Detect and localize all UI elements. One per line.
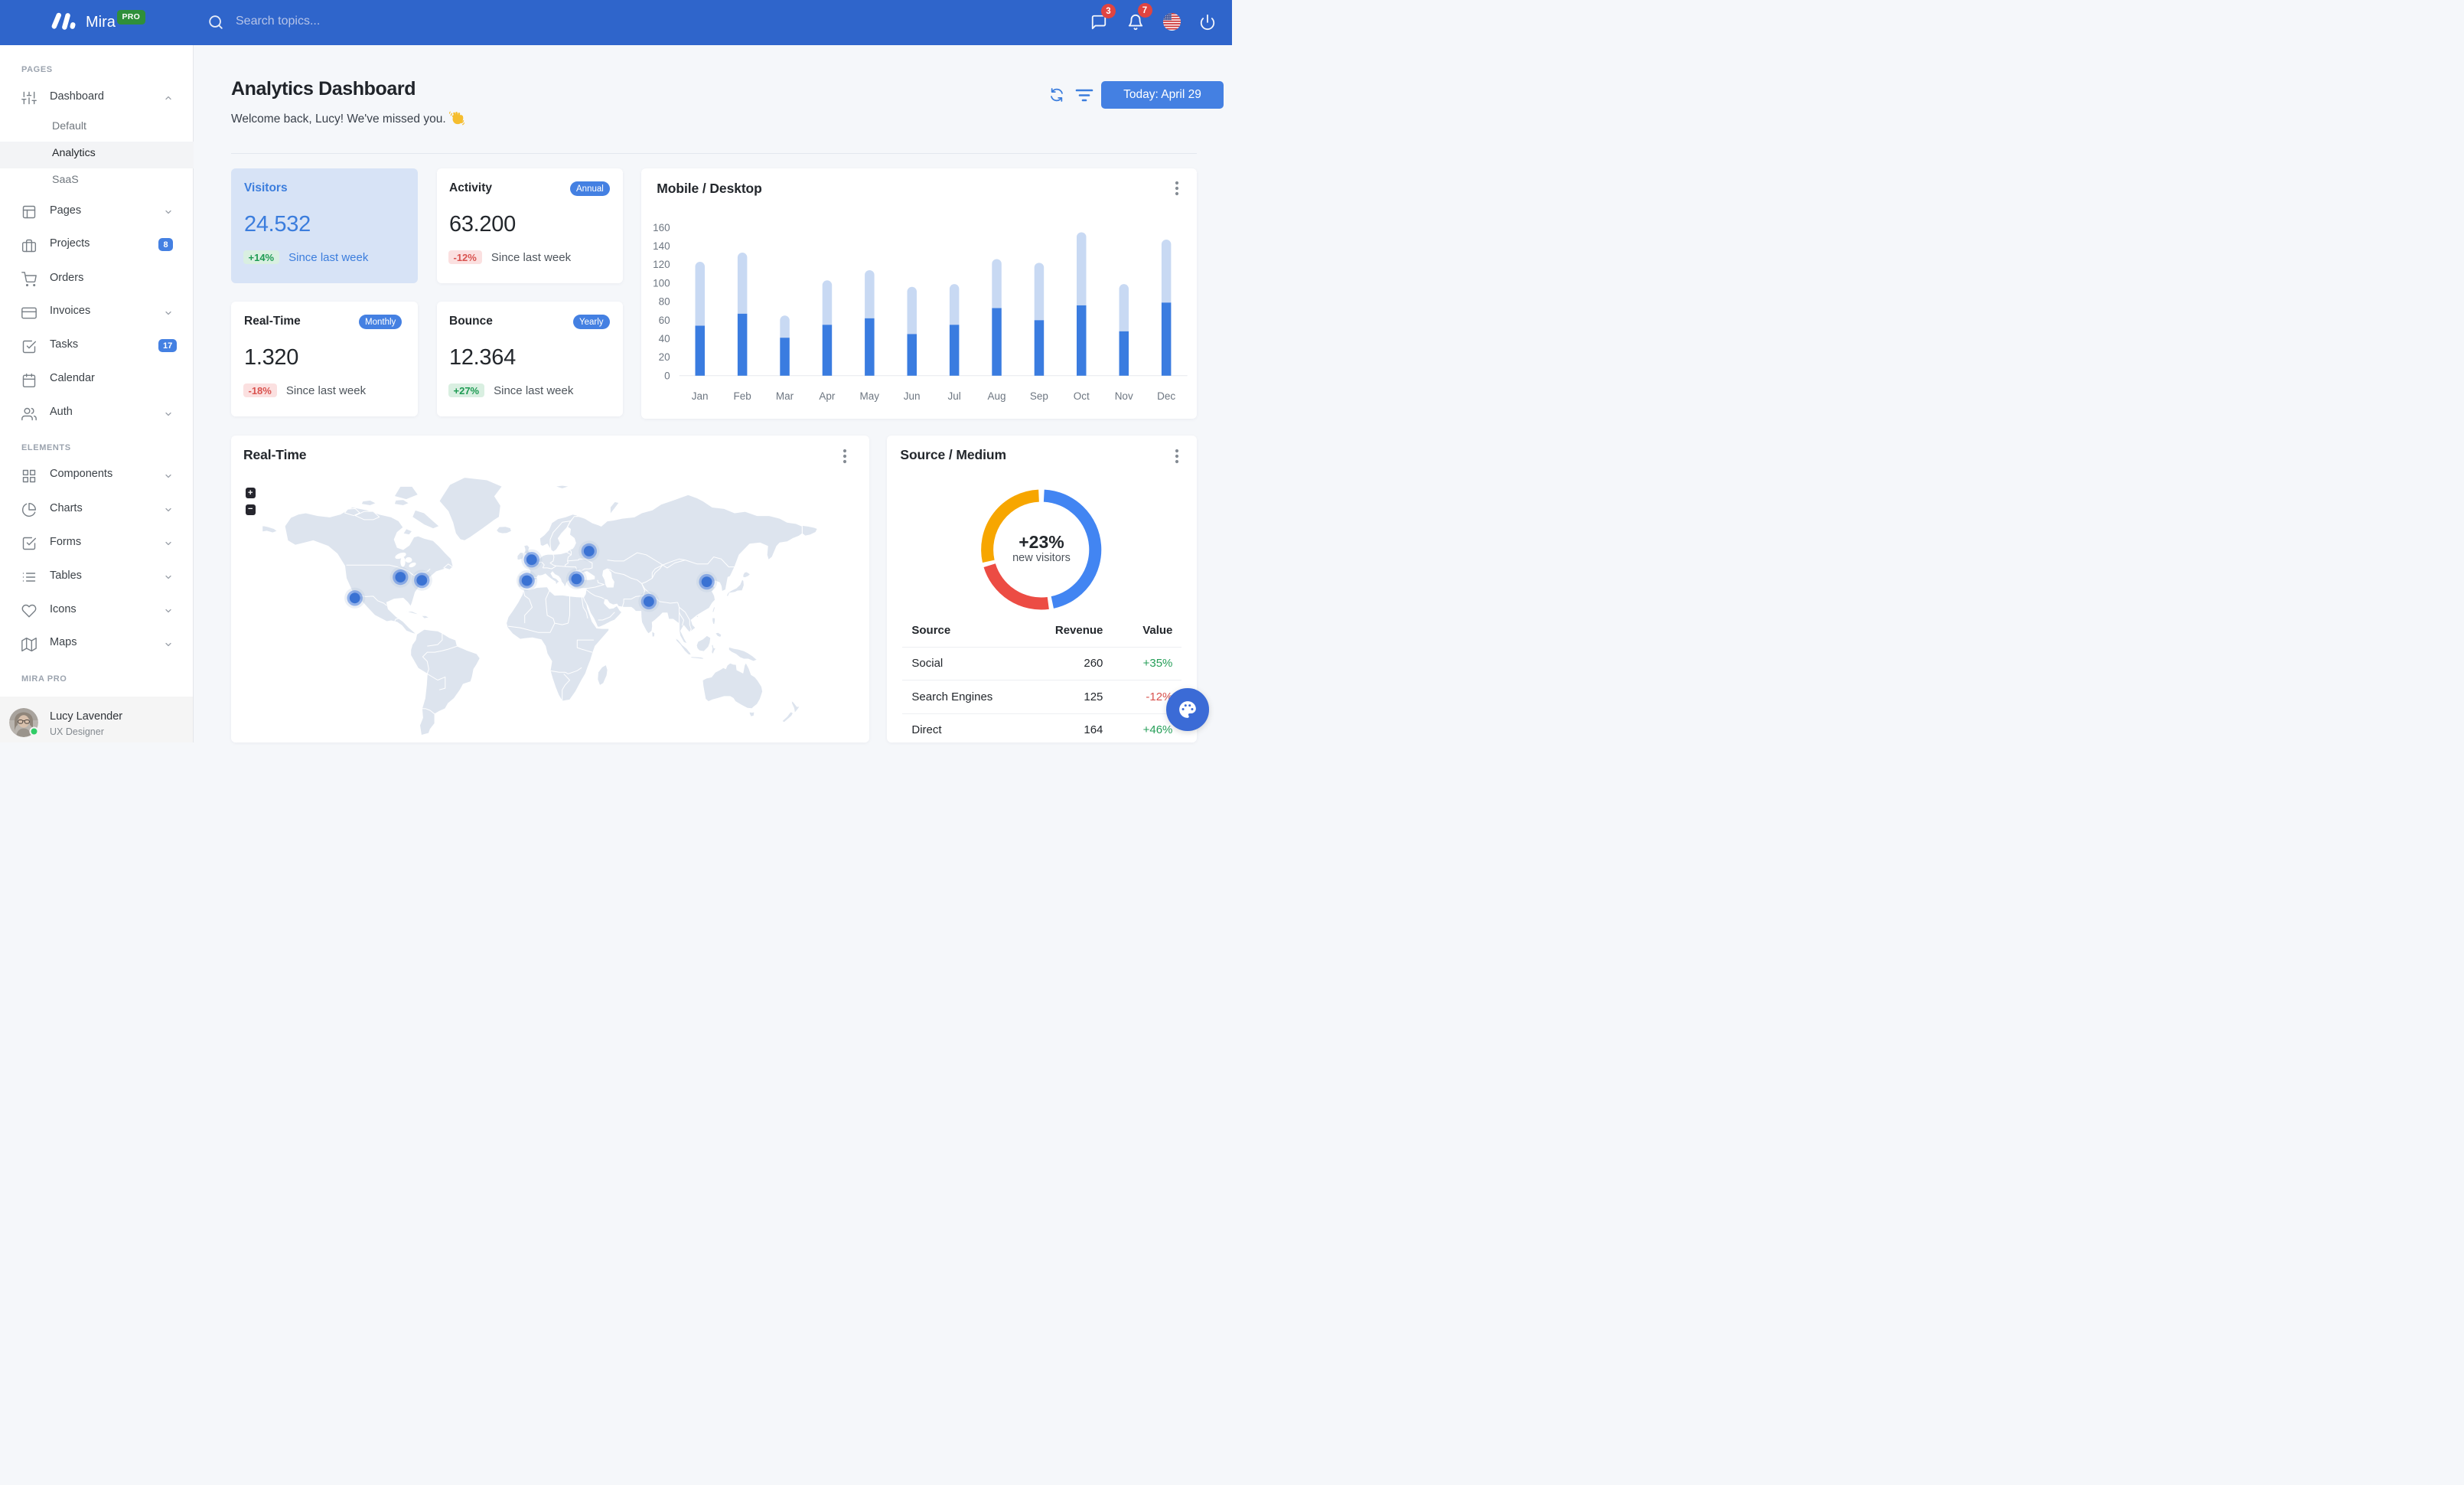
svg-text:160: 160 bbox=[653, 221, 670, 233]
svg-text:Jul: Jul bbox=[948, 390, 961, 402]
svg-text:Feb: Feb bbox=[734, 390, 751, 402]
svg-text:40: 40 bbox=[659, 332, 670, 344]
svg-text:80: 80 bbox=[659, 295, 670, 307]
svg-text:Nov: Nov bbox=[1115, 390, 1133, 402]
svg-text:60: 60 bbox=[659, 314, 670, 325]
svg-text:100: 100 bbox=[653, 277, 670, 289]
svg-text:120: 120 bbox=[653, 259, 670, 270]
svg-text:Dec: Dec bbox=[1157, 390, 1175, 402]
svg-text:0: 0 bbox=[664, 370, 670, 381]
svg-text:Jun: Jun bbox=[904, 390, 921, 402]
svg-text:Jan: Jan bbox=[692, 390, 709, 402]
svg-text:20: 20 bbox=[659, 351, 670, 363]
svg-text:Oct: Oct bbox=[1074, 390, 1090, 402]
svg-text:May: May bbox=[860, 390, 880, 402]
svg-text:Mar: Mar bbox=[776, 390, 794, 402]
svg-text:140: 140 bbox=[653, 240, 670, 252]
svg-text:Apr: Apr bbox=[820, 390, 836, 402]
svg-text:Sep: Sep bbox=[1030, 390, 1048, 402]
svg-text:Aug: Aug bbox=[988, 390, 1006, 402]
